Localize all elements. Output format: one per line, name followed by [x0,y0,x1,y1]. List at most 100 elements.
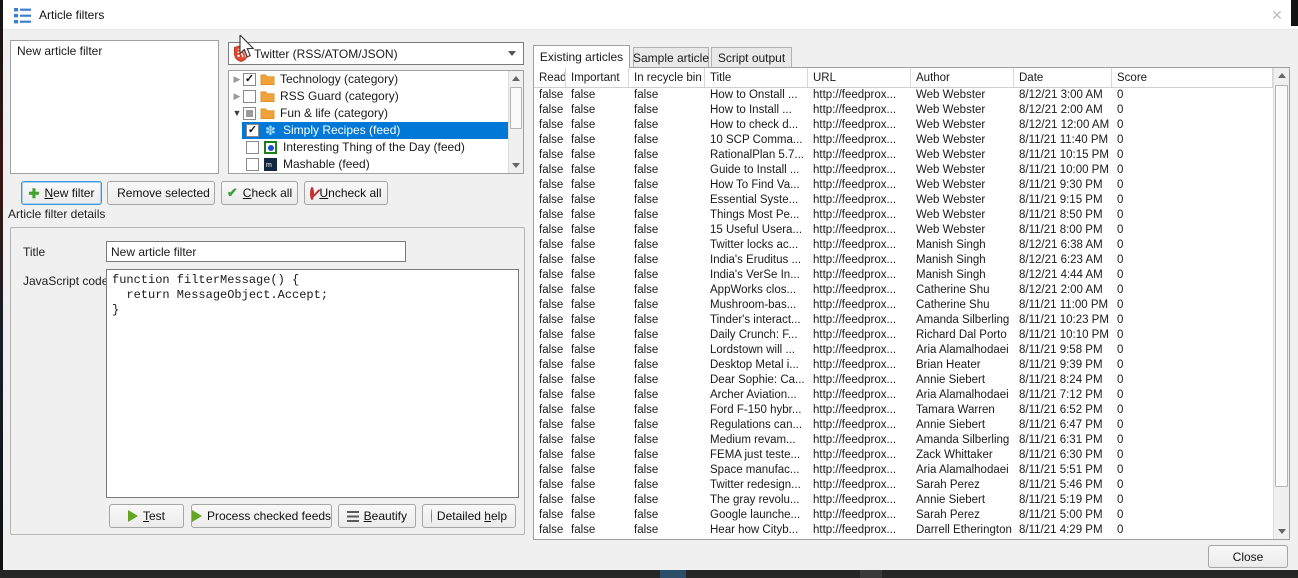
tree-item-rss-guard[interactable]: ▶ RSS Guard (category) [229,88,508,105]
column-header-read[interactable]: Read [534,68,566,87]
expander-icon[interactable]: ▶ [232,88,242,105]
cell-read: false [534,103,566,118]
existing-articles-table[interactable]: Read Important In recycle bin Title URL … [533,67,1290,540]
cell-url: http://feedprox... [808,388,911,403]
title-input[interactable]: New article filter [106,241,406,262]
list-item[interactable]: New article filter [11,41,218,61]
cell-read: false [534,403,566,418]
cell-read: false [534,283,566,298]
new-filter-button[interactable]: ✚ New filter [21,181,102,205]
column-header-date[interactable]: Date [1014,68,1112,87]
cell-score: 0 [1112,523,1273,538]
column-header-recycle[interactable]: In recycle bin [629,68,705,87]
cell-score: 0 [1112,133,1273,148]
cell-read: false [534,433,566,448]
scroll-up-icon[interactable] [509,71,523,86]
expander-icon[interactable]: ▼ [232,105,242,122]
tree-item-technology[interactable]: ▶ ✓ Technology (category) [229,71,508,88]
scroll-down-icon[interactable] [1274,524,1289,539]
cell-date: 8/12/21 4:44 AM [1014,268,1112,283]
table-row[interactable]: false false false Space manufac... http:… [534,463,1273,478]
tree-scrollbar-thumb[interactable] [510,87,522,129]
js-code-editor[interactable]: function filterMessage() { return Messag… [106,269,519,498]
cell-read: false [534,208,566,223]
column-header-score[interactable]: Score [1112,68,1273,87]
table-scrollbar[interactable] [1273,68,1289,539]
table-row[interactable]: false false false Things Most Pe... http… [534,208,1273,223]
table-row[interactable]: false false false Lordstown will ... htt… [534,343,1273,358]
table-scrollbar-thumb[interactable] [1275,85,1288,487]
table-row[interactable]: false false false 10 SCP Comma... http:/… [534,133,1273,148]
process-checked-feeds-button[interactable]: Process checked feeds [191,504,332,528]
cell-author: Web Webster [911,223,1014,238]
table-row[interactable]: false false false The gray revolu... htt… [534,493,1273,508]
feeds-tree[interactable]: ▶ ✓ Technology (category) ▶ RSS Guard (c… [228,70,524,174]
detailed-help-button[interactable]: Detailed help [422,504,516,528]
checkbox-unchecked[interactable] [243,90,256,103]
scroll-down-icon[interactable] [509,158,523,173]
check-all-button[interactable]: ✔ Check all [221,181,298,205]
cell-title: Regulations can... [705,418,808,433]
scroll-up-icon[interactable] [1274,68,1289,83]
table-row[interactable]: false false false AppWorks clos... http:… [534,283,1273,298]
tab-sample-article[interactable]: Sample article [633,47,709,68]
table-row[interactable]: false false false How to Install ... htt… [534,103,1273,118]
column-header-important[interactable]: Important [566,68,629,87]
tree-item-mashable[interactable]: m Mashable (feed) [229,156,508,173]
table-row[interactable]: false false false Twitter locks ac... ht… [534,238,1273,253]
close-icon[interactable]: ✕ [1268,6,1286,24]
tab-existing-articles[interactable]: Existing articles [533,45,630,68]
column-header-title[interactable]: Title [705,68,808,87]
table-body[interactable]: false false false How to Onstall ... htt… [534,88,1273,539]
close-button[interactable]: Close [1208,545,1288,568]
tree-item-fun-and-life[interactable]: ▼ Fun & life (category) [229,105,508,122]
table-row[interactable]: false false false How to Onstall ... htt… [534,88,1273,103]
test-button[interactable]: Test [109,504,184,528]
table-row[interactable]: false false false Mushroom-bas... http:/… [534,298,1273,313]
checkbox-partial[interactable] [243,107,256,120]
beautify-button[interactable]: Beautify [338,504,416,528]
cell-important: false [566,88,629,103]
table-row[interactable]: false false false Archer Aviation... htt… [534,388,1273,403]
remove-selected-button[interactable]: Remove selected [107,181,215,205]
table-row[interactable]: false false false Ford F-150 hybr... htt… [534,403,1273,418]
account-selector[interactable]: Twitter (RSS/ATOM/JSON) [228,42,524,65]
checkbox-checked[interactable]: ✓ [243,73,256,86]
tree-item-interesting-thing[interactable]: Interesting Thing of the Day (feed) [229,139,508,156]
checkbox-unchecked[interactable] [246,158,259,171]
cell-read: false [534,358,566,373]
table-row[interactable]: false false false Google launche... http… [534,508,1273,523]
table-row[interactable]: false false false India's Eruditus ... h… [534,253,1273,268]
tree-scrollbar[interactable] [508,71,523,173]
table-row[interactable]: false false false Desktop Metal i... htt… [534,358,1273,373]
table-row[interactable]: false false false 15 Useful Usera... htt… [534,223,1273,238]
table-row[interactable]: false false false Twitter redesign... ht… [534,478,1273,493]
table-row[interactable]: false false false FEMA just teste... htt… [534,448,1273,463]
table-row[interactable]: false false false Medium revam... http:/… [534,433,1273,448]
cell-recycle: false [629,103,705,118]
column-header-author[interactable]: Author [911,68,1014,87]
cell-title: Tinder's interact... [705,313,808,328]
table-row[interactable]: false false false How To Find Va... http… [534,178,1273,193]
table-row[interactable]: false false false Essential Syste... htt… [534,193,1273,208]
table-row[interactable]: false false false RationalPlan 5.7... ht… [534,148,1273,163]
table-row[interactable]: false false false India's VerSe In... ht… [534,268,1273,283]
cell-date: 8/11/21 7:12 PM [1014,388,1112,403]
table-row[interactable]: false false false Guide to Install ... h… [534,163,1273,178]
checkbox-unchecked[interactable] [246,141,259,154]
expander-icon[interactable]: ▶ [232,71,242,88]
table-row[interactable]: false false false Tinder's interact... h… [534,313,1273,328]
table-row[interactable]: false false false Hear how Cityb... http… [534,523,1273,538]
cell-read: false [534,268,566,283]
table-row[interactable]: false false false Dear Sophie: Ca... htt… [534,373,1273,388]
uncheck-all-button[interactable]: Uncheck all [304,181,388,205]
table-header[interactable]: Read Important In recycle bin Title URL … [534,68,1273,88]
table-row[interactable]: false false false Regulations can... htt… [534,418,1273,433]
table-row[interactable]: false false false Daily Crunch: F... htt… [534,328,1273,343]
tab-script-output[interactable]: Script output [711,47,792,68]
column-header-url[interactable]: URL [808,68,911,87]
tree-item-simply-recipes-selected[interactable]: ✓ ✽ Simply Recipes (feed) [229,122,508,139]
table-row[interactable]: false false false How to check d... http… [534,118,1273,133]
checkbox-checked[interactable]: ✓ [246,124,259,137]
filters-list[interactable]: New article filter [10,40,219,174]
